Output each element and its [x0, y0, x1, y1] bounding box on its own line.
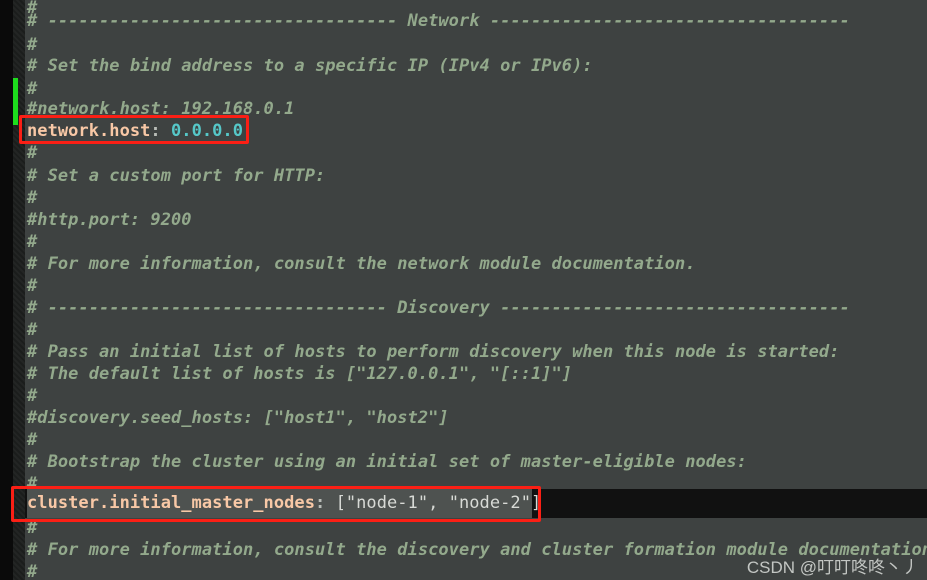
modified-lines-marker [13, 78, 18, 125]
setting-line-cluster-initial-master-nodes[interactable]: cluster.initial_master_nodes: ["node-1",… [27, 489, 541, 518]
code-line: # [27, 562, 38, 580]
code-line: #http.port: 9200 [27, 210, 192, 230]
setting-colon: : [150, 121, 161, 141]
setting-line-network-host[interactable]: network.host: 0.0.0.0 [27, 117, 243, 146]
code-line: # The default list of hosts is ["127.0.0… [27, 364, 573, 384]
csdn-watermark: CSDN @叮叮咚咚丶丿 [746, 558, 919, 577]
setting-key: network.host [27, 121, 151, 141]
code-line: # ---------------------------------- Net… [27, 11, 850, 31]
code-line: # Set the bind address to a specific IP … [27, 56, 593, 76]
code-line: # Set a custom port for HTTP: [27, 166, 326, 186]
setting-colon: : [314, 493, 326, 513]
code-text-area[interactable]: # # ---------------------------------- N… [25, 0, 927, 580]
code-line: # --------------------------------- Disc… [27, 298, 850, 318]
setting-value: ["node-1", "node-2"] [325, 493, 542, 513]
setting-value: 0.0.0.0 [160, 121, 243, 141]
editor-left-gutter [0, 0, 13, 580]
code-line: # Bootstrap the cluster using an initial… [27, 452, 747, 472]
code-line: # For more information, consult the netw… [27, 254, 696, 274]
code-line: #discovery.seed_hosts: ["host1", "host2"… [27, 408, 449, 428]
editor-screenshot: # # ---------------------------------- N… [0, 0, 927, 580]
setting-key: cluster.initial_master_nodes [27, 493, 315, 513]
